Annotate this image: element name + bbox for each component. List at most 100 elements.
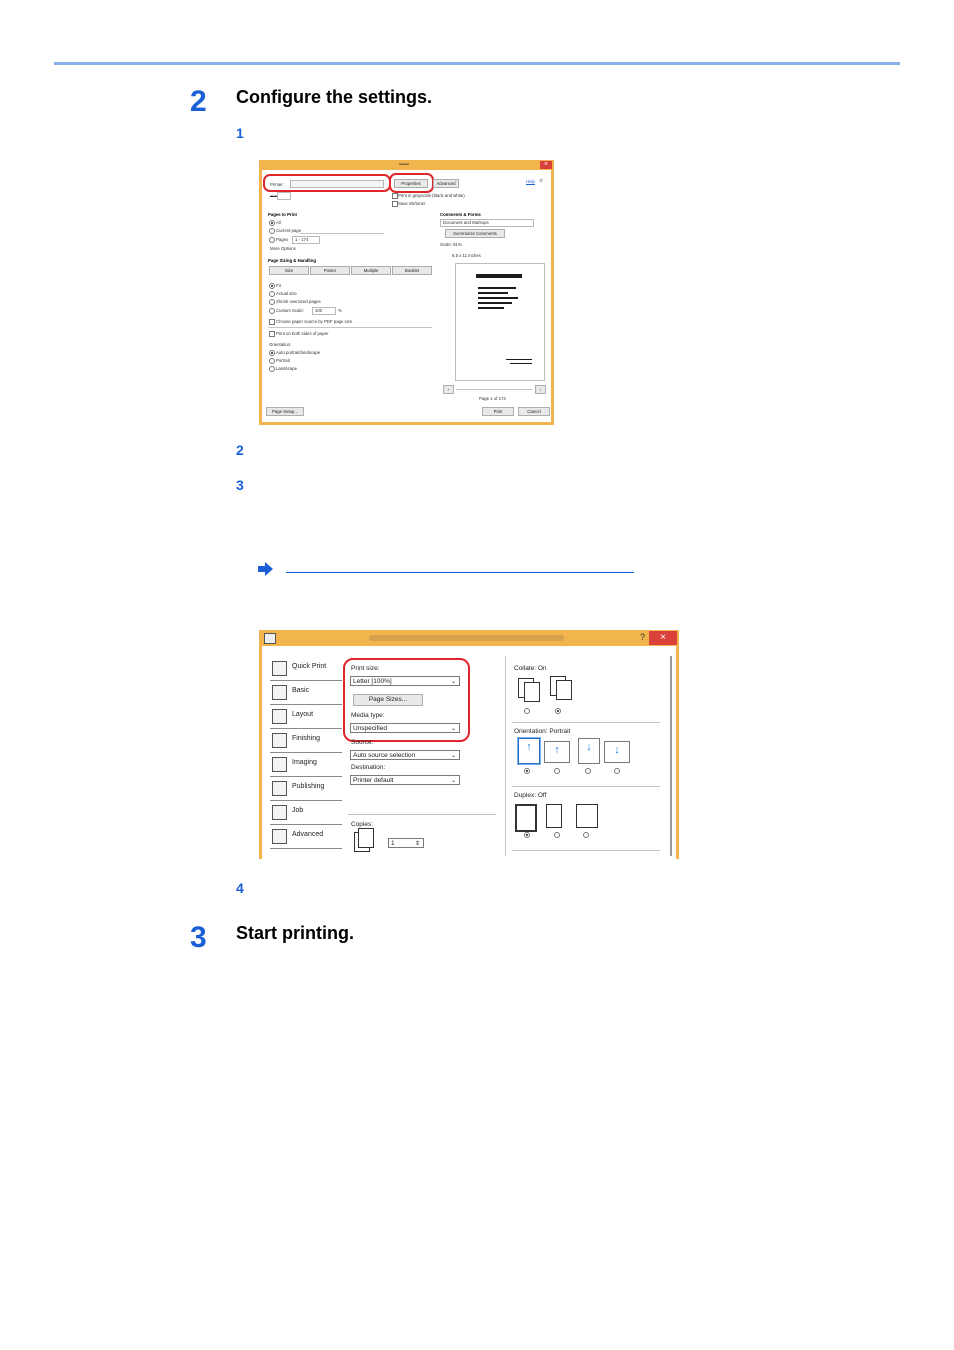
close-icon: ×	[649, 631, 677, 645]
divider	[512, 850, 660, 851]
text-line	[478, 297, 518, 299]
percent-label: %	[338, 308, 342, 313]
text-line	[478, 292, 508, 294]
highlight-media-settings	[343, 658, 470, 742]
choose-paper-label: Choose paper source by PDF page size	[276, 319, 353, 324]
copies-value: 1	[391, 840, 395, 847]
custom-scale-radio	[269, 308, 275, 314]
barcode-line	[476, 274, 522, 278]
uncollated-pages-icon	[524, 682, 540, 702]
advanced-icon	[272, 829, 287, 844]
sidebar-item-quick-print: Quick Print	[270, 658, 342, 681]
save-ink-label: Save ink/toner	[398, 201, 426, 206]
shrink-radio	[269, 299, 275, 305]
help-icon: ⓪	[539, 178, 544, 183]
duplex-short-radio	[583, 832, 589, 838]
scale-label: Scale: 91%	[440, 242, 462, 247]
sidebar-item-label: Imaging	[292, 759, 317, 766]
portrait-radio	[524, 768, 530, 774]
substep-number: 3	[236, 477, 244, 493]
portrait-option: ↑	[518, 738, 540, 764]
duplex-label: Duplex: Off	[514, 792, 547, 799]
duplex-off-radio	[524, 832, 530, 838]
pages-label: Pages	[276, 237, 289, 242]
arrow-right-icon	[258, 562, 273, 576]
step-heading: Start printing.	[236, 923, 354, 943]
substep-number: 2	[236, 442, 244, 458]
page-sizing-heading: Page Sizing & Handling	[268, 258, 316, 263]
scrollbar	[670, 656, 672, 856]
auto-label: Auto portrait/landscape	[276, 350, 321, 355]
landscape-radio	[554, 768, 560, 774]
help-link: Help	[526, 179, 535, 184]
divider	[512, 722, 660, 723]
fit-radio	[269, 283, 275, 289]
highlight-printer	[263, 174, 391, 192]
all-label: All	[276, 220, 281, 225]
dialog-title-blur	[369, 635, 564, 641]
duplex-long-radio	[554, 832, 560, 838]
print-dialog-screenshot: ▬▬ × Printer: Properties Advanced Help ⓪…	[259, 160, 554, 425]
sidebar-item-label: Publishing	[292, 783, 325, 790]
pages-radio	[269, 237, 275, 243]
comments-value: Document and Markups	[443, 220, 489, 225]
imaging-icon	[272, 757, 287, 772]
dialog-title-blur: ▬▬	[399, 161, 409, 167]
page-setup-button: Page Setup...	[266, 407, 304, 416]
collate-off-radio	[524, 708, 530, 714]
size-tab: Size	[269, 266, 309, 275]
column-divider	[505, 656, 506, 856]
destination-label: Destination:	[351, 764, 386, 771]
quick-print-icon	[272, 661, 287, 676]
collated-pages-icon	[556, 680, 572, 700]
destination-value: Printer default	[353, 777, 394, 784]
divider	[268, 327, 432, 328]
copies-stepper: 1 ⇕	[388, 838, 424, 848]
multiple-tab: Multiple	[351, 266, 391, 275]
both-sides-label: Print on both sides of paper	[276, 331, 329, 336]
divider	[512, 786, 660, 787]
duplex-short-edge-icon	[576, 804, 598, 828]
duplex-long-edge-icon	[546, 804, 562, 828]
arrow-down-icon: ↓	[586, 741, 592, 753]
close-icon: ×	[540, 161, 552, 169]
printing-preferences-screenshot: ? × Quick Print Basic Layout Finishing I…	[259, 630, 679, 859]
highlight-properties	[389, 173, 434, 193]
source-label: Source:	[351, 739, 374, 746]
summarize-button: Summarize Comments	[445, 229, 505, 238]
paper-size-label: 8.5 x 11 Inches	[452, 253, 481, 258]
copies-field	[277, 192, 291, 200]
sidebar-item-label: Job	[292, 807, 304, 814]
portrait-rotated-radio	[585, 768, 591, 774]
choose-paper-checkbox	[269, 319, 275, 325]
step-number: 2	[190, 85, 207, 118]
sidebar-item-label: Basic	[292, 687, 310, 694]
landscape-option: ↑	[544, 741, 570, 763]
page-preview	[455, 263, 545, 381]
landscape-label: Landscape	[276, 366, 298, 371]
substep-number: 4	[236, 880, 244, 896]
page-slider	[456, 389, 532, 390]
arrow-up-icon: ↑	[526, 741, 532, 753]
custom-scale-label: Custom Scale:	[276, 308, 304, 313]
source-value: Auto source selection	[353, 752, 416, 759]
arrow-up-icon: ↑	[554, 744, 560, 756]
source-select: Auto source selection ⌄	[350, 750, 460, 760]
pages-to-print-heading: Pages to Print	[268, 212, 297, 217]
duplex-off-icon	[515, 804, 537, 832]
layout-icon	[272, 709, 287, 724]
prev-page-button: ‹	[443, 385, 454, 394]
sidebar-item-finishing: Finishing	[270, 730, 342, 753]
page-of-label: Page 1 of 174	[479, 396, 506, 401]
help-icon: ?	[639, 632, 645, 642]
orientation-label: Orientation: Portrait	[514, 728, 571, 735]
landscape-radio	[269, 366, 275, 372]
advanced-button: Advanced	[433, 179, 459, 188]
comments-forms-heading: Comments & Forms	[440, 212, 481, 217]
pages-value: 1 - 174	[295, 237, 309, 242]
sidebar-item-basic: Basic	[270, 682, 342, 705]
current-page-radio	[269, 228, 275, 234]
sidebar-item-imaging: Imaging	[270, 754, 342, 777]
portrait-rotated-option: ↓	[578, 738, 600, 764]
chevron-down-icon: ⌄	[450, 778, 456, 784]
